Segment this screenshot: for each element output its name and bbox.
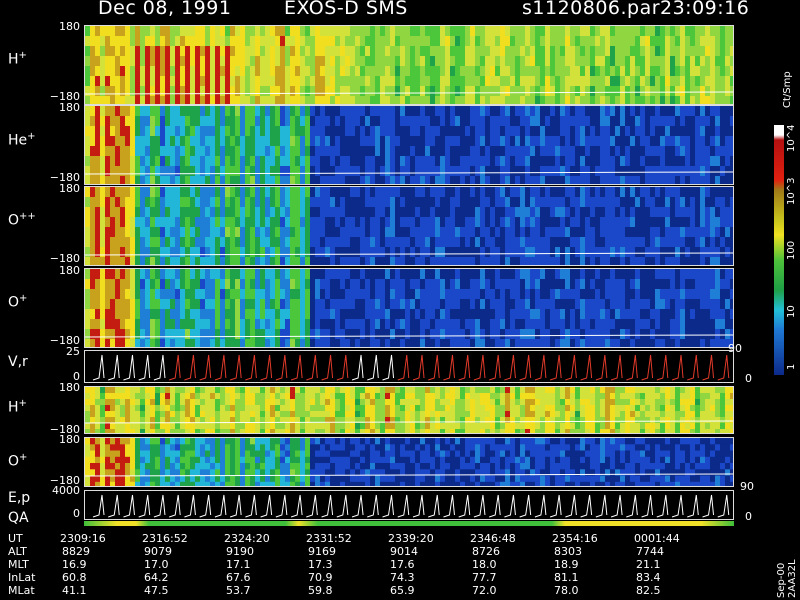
plot-file: s1120806.par bbox=[522, 0, 661, 19]
ephem-cell: 2316:52 bbox=[142, 532, 188, 545]
panel-h-plus-2 bbox=[84, 386, 734, 434]
colorbar-unit: Ct/Smp bbox=[782, 71, 793, 108]
ephem-cell: 59.8 bbox=[308, 584, 333, 597]
ephem-row-label: MLT bbox=[8, 558, 29, 571]
colorbar-gradient bbox=[774, 125, 784, 375]
panel-o-plus-1 bbox=[84, 268, 734, 348]
colorbar-tick: 1 bbox=[786, 363, 797, 370]
label-v-r: V,r bbox=[8, 354, 28, 370]
ephem-cell: 8303 bbox=[554, 545, 582, 558]
label-qa: QA bbox=[8, 510, 29, 526]
ephem-cell: 77.7 bbox=[472, 571, 497, 584]
label-o-plus-1: O+ bbox=[8, 293, 28, 311]
ephem-cell: 0001:44 bbox=[634, 532, 680, 545]
ephem-cell: 78.0 bbox=[554, 584, 579, 597]
right-tick-ep: 0 bbox=[745, 510, 752, 523]
ephem-cell: 16.9 bbox=[62, 558, 87, 571]
label-h-plus-2: H+ bbox=[8, 398, 27, 416]
ephem-cell: 2346:48 bbox=[470, 532, 516, 545]
label-h-plus-1: H+ bbox=[8, 50, 27, 68]
ephem-cell: 53.7 bbox=[226, 584, 251, 597]
panel-h-plus-1 bbox=[84, 25, 734, 105]
plot-date: Dec 08, 1991 bbox=[98, 0, 232, 19]
ephem-cell: 64.2 bbox=[144, 571, 169, 584]
ephem-cell: 65.9 bbox=[390, 584, 415, 597]
heatmap bbox=[85, 387, 733, 433]
tick-top: 180 bbox=[59, 433, 80, 446]
tick-top: 180 bbox=[59, 20, 80, 33]
side-label: Sep-00 2AA32L bbox=[776, 559, 798, 598]
plot-time: 23:09:16 bbox=[660, 0, 750, 19]
label-o-plus-2: O+ bbox=[8, 452, 28, 470]
ephem-cell: 17.6 bbox=[390, 558, 415, 571]
tick-top: 4000 bbox=[52, 484, 80, 497]
colorbar-tick: 100 bbox=[786, 240, 797, 260]
ephem-cell: 72.0 bbox=[472, 584, 497, 597]
ephem-cell: 17.0 bbox=[144, 558, 169, 571]
ephem-cell: 70.9 bbox=[308, 571, 333, 584]
ephem-row-label: InLat bbox=[8, 571, 36, 584]
qa-bar bbox=[84, 521, 734, 526]
heatmap bbox=[85, 187, 733, 265]
ephem-cell: 18.9 bbox=[554, 558, 579, 571]
heatmap bbox=[85, 106, 733, 184]
colorbar-tick: 10^3 bbox=[786, 177, 797, 205]
label-e-p: E,p bbox=[8, 490, 31, 506]
ephem-cell: 82.5 bbox=[636, 584, 661, 597]
panel-he-plus bbox=[84, 105, 734, 185]
right-tick-o-plus: 90 bbox=[740, 480, 754, 493]
heatmap bbox=[85, 491, 733, 519]
ephem-cell: 41.1 bbox=[62, 584, 87, 597]
ephem-cell: 9079 bbox=[144, 545, 172, 558]
right-tick-vr-top: 90 bbox=[728, 342, 742, 355]
ephem-cell: 2324:20 bbox=[224, 532, 270, 545]
ephem-cell: 60.8 bbox=[62, 571, 87, 584]
ephem-cell: 2339:20 bbox=[388, 532, 434, 545]
tick-top: 180 bbox=[59, 182, 80, 195]
label-he-plus: He+ bbox=[8, 131, 36, 149]
ephem-cell: 7744 bbox=[636, 545, 664, 558]
ephem-cell: 81.1 bbox=[554, 571, 579, 584]
ephem-cell: 17.1 bbox=[226, 558, 251, 571]
tick-top: 180 bbox=[59, 264, 80, 277]
tick-top: 25 bbox=[66, 345, 80, 358]
heatmap bbox=[85, 269, 733, 347]
ephem-cell: 8726 bbox=[472, 545, 500, 558]
ephem-cell: 2331:52 bbox=[306, 532, 352, 545]
right-tick-vr-bottom: 0 bbox=[745, 372, 752, 385]
ephem-cell: 67.6 bbox=[226, 571, 251, 584]
heatmap bbox=[85, 438, 733, 486]
ephem-cell: 17.3 bbox=[308, 558, 333, 571]
ephem-cell: 9014 bbox=[390, 545, 418, 558]
ephem-cell: 83.4 bbox=[636, 571, 661, 584]
plot-mission: EXOS-D SMS bbox=[284, 0, 408, 19]
tick-top: 180 bbox=[59, 101, 80, 114]
ephem-row-label: MLat bbox=[8, 584, 35, 597]
ephem-cell: 2354:16 bbox=[552, 532, 598, 545]
ephem-cell: 8829 bbox=[62, 545, 90, 558]
heatmap bbox=[85, 351, 733, 382]
colorbar-tick: 10 bbox=[786, 305, 797, 318]
ephem-row-label: ALT bbox=[8, 545, 27, 558]
panel-e-p bbox=[84, 490, 734, 520]
ephem-cell: 74.3 bbox=[390, 571, 415, 584]
ephem-cell: 9190 bbox=[226, 545, 254, 558]
ephem-row-label: UT bbox=[8, 532, 23, 545]
tick-top: 180 bbox=[59, 381, 80, 394]
colorbar-tick: 10^4 bbox=[786, 124, 797, 152]
label-o-plus-plus: O++ bbox=[8, 211, 36, 229]
ephem-cell: 2309:16 bbox=[60, 532, 106, 545]
panel-o-plus-plus bbox=[84, 186, 734, 266]
panel-o-plus-2 bbox=[84, 437, 734, 487]
ephem-cell: 18.0 bbox=[472, 558, 497, 571]
ephem-cell: 9169 bbox=[308, 545, 336, 558]
panel-v-r bbox=[84, 350, 734, 383]
ephem-cell: 47.5 bbox=[144, 584, 169, 597]
heatmap bbox=[85, 26, 733, 104]
tick-bottom: 0 bbox=[73, 507, 80, 520]
ephem-cell: 21.1 bbox=[636, 558, 661, 571]
